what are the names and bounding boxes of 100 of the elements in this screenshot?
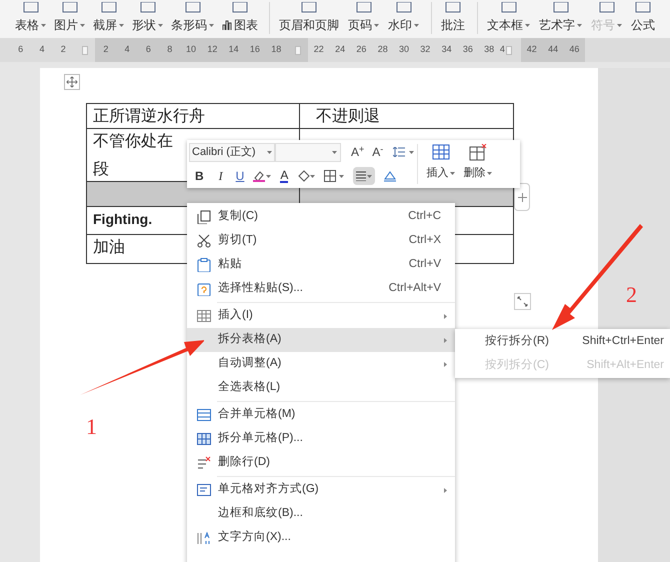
toolbar-button[interactable]: 页眉和页脚 bbox=[276, 2, 342, 34]
menu-item[interactable]: 复制(C) Ctrl+C bbox=[187, 205, 455, 229]
submenu-arrow-icon bbox=[444, 314, 447, 318]
ruler-number: 12 bbox=[207, 43, 218, 56]
ruler-number: 2 bbox=[60, 43, 66, 56]
clipboard-icon bbox=[197, 258, 211, 272]
ruler-number: 2 bbox=[103, 43, 108, 56]
ruler-number: 10 bbox=[186, 43, 196, 56]
caret-icon bbox=[525, 24, 530, 26]
submenu-item: 按列拆分(C) Shift+Alt+Enter bbox=[455, 354, 670, 378]
ruler-number: 4 bbox=[124, 43, 130, 56]
menu-item[interactable]: 单元格对齐方式(G) bbox=[187, 478, 455, 502]
ruler-number: 4 bbox=[500, 43, 505, 56]
ruler-number: 28 bbox=[378, 43, 388, 56]
cell-text: 段 bbox=[93, 158, 109, 180]
toolbar-button[interactable]: 形状 bbox=[129, 2, 166, 34]
ruler-number: 38 bbox=[484, 43, 494, 56]
menu-item[interactable]: 选择性粘贴(S)... Ctrl+Alt+V bbox=[187, 277, 455, 301]
split-cells-icon bbox=[197, 432, 211, 446]
toolbar-button[interactable]: 艺术字 bbox=[536, 2, 585, 34]
toolbar-button[interactable]: 条形码 bbox=[168, 2, 217, 34]
cell-text: 加油 bbox=[93, 236, 125, 258]
align-icon bbox=[356, 171, 372, 181]
ruler-marker[interactable] bbox=[295, 46, 301, 54]
toolbar-icon bbox=[394, 2, 414, 14]
ruler-number: 6 bbox=[18, 43, 24, 56]
bar-chart-icon bbox=[222, 19, 232, 31]
cell-text: 不进则退 bbox=[316, 105, 380, 127]
ruler-number: 4 bbox=[39, 43, 44, 56]
cell-text: Fighting. bbox=[93, 210, 152, 229]
caret-icon bbox=[41, 24, 46, 26]
menu-item[interactable]: 合并单元格(M) bbox=[187, 403, 455, 427]
toolbar-icon bbox=[230, 2, 250, 14]
shrink-font-button[interactable]: A$^{-}$ bbox=[372, 143, 384, 161]
caret-icon bbox=[450, 172, 456, 175]
scissors-icon bbox=[197, 234, 211, 248]
grow-font-button[interactable]: A$^{+}$ bbox=[351, 143, 364, 161]
toolbar-icon bbox=[182, 2, 202, 14]
shortcut-text: Shift+Alt+Enter bbox=[586, 358, 664, 374]
ruler-number: 18 bbox=[271, 43, 282, 56]
font-select[interactable]: Calibri (正文) bbox=[189, 142, 275, 162]
toolbar-icon bbox=[633, 2, 653, 14]
menu-item[interactable]: 边框和底纹(B)... bbox=[187, 502, 455, 526]
menu-item[interactable]: 删除行(D) bbox=[187, 451, 455, 475]
menu-item[interactable]: 插入(I) bbox=[187, 304, 455, 328]
ruler-number: 34 bbox=[442, 43, 452, 56]
eraser-icon bbox=[384, 170, 396, 182]
toolbar-button[interactable]: 水印 bbox=[385, 2, 422, 34]
table-grid-icon bbox=[197, 309, 211, 323]
move-handle-icon[interactable] bbox=[64, 74, 80, 90]
add-row-button[interactable] bbox=[514, 183, 530, 211]
caret-icon bbox=[374, 24, 379, 26]
toolbar-button[interactable]: 文本框 bbox=[484, 2, 533, 34]
menu-item[interactable]: 全选表格(L) bbox=[187, 376, 455, 400]
insert-table-button[interactable]: 插入 bbox=[426, 144, 456, 188]
toolbar-button[interactable]: 表格 bbox=[12, 2, 49, 34]
clipboard-question-icon bbox=[197, 282, 211, 296]
toolbar-button[interactable]: 图表 bbox=[219, 2, 261, 34]
menu-item[interactable]: 拆分单元格(P)... bbox=[187, 427, 455, 451]
ruler-number: 24 bbox=[335, 43, 346, 56]
ruler-number: 8 bbox=[167, 43, 172, 56]
italic-button[interactable]: I bbox=[218, 167, 223, 185]
ruler-number: 42 bbox=[526, 43, 537, 56]
menu-item[interactable]: 文字方向(X)... bbox=[187, 526, 455, 550]
menu-item[interactable]: 粘贴 Ctrl+V bbox=[187, 253, 455, 277]
caret-icon bbox=[267, 150, 272, 154]
toolbar-icon bbox=[498, 2, 518, 14]
plus-icon bbox=[518, 192, 526, 202]
caret-icon bbox=[80, 24, 85, 26]
toolbar-icon bbox=[98, 2, 118, 14]
ruler-marker[interactable] bbox=[82, 46, 88, 54]
cell-text: 不管你处在 bbox=[93, 130, 173, 152]
menu-item[interactable]: 剪切(T) Ctrl+X bbox=[187, 229, 455, 253]
toolbar-button[interactable]: 公式 bbox=[628, 2, 658, 34]
submenu-item[interactable]: 按行拆分(R) Shift+Ctrl+Enter bbox=[455, 330, 670, 354]
caret-icon bbox=[119, 24, 124, 26]
toolbar-button[interactable]: 批注 bbox=[438, 2, 468, 34]
shortcut-text: Ctrl+V bbox=[408, 257, 441, 272]
resize-handle-icon[interactable] bbox=[514, 293, 531, 310]
font-color-button[interactable]: A bbox=[280, 169, 288, 183]
ruler-marker[interactable] bbox=[506, 46, 512, 54]
toolbar-button[interactable]: 截屏 bbox=[90, 2, 127, 34]
delete-table-button[interactable]: 删除 bbox=[463, 144, 492, 188]
merge-cells-icon bbox=[197, 408, 211, 422]
toolbar-icon bbox=[550, 2, 570, 14]
delete-table-icon bbox=[468, 144, 488, 161]
caret-icon bbox=[409, 150, 414, 154]
menu-item[interactable]: 自动调整(A) bbox=[187, 352, 455, 376]
ruler-number: 44 bbox=[548, 43, 558, 56]
align-button[interactable] bbox=[353, 167, 376, 185]
underline-button[interactable]: U bbox=[236, 167, 244, 185]
caret-icon bbox=[487, 172, 492, 175]
toolbar-button[interactable]: 页码 bbox=[345, 2, 382, 34]
cell-align-icon bbox=[197, 483, 211, 497]
ruler-number: 14 bbox=[228, 43, 239, 56]
ruler-number: 16 bbox=[250, 43, 260, 56]
toolbar-button[interactable]: 图片 bbox=[51, 2, 88, 34]
menu-item[interactable]: 拆分表格(A) bbox=[187, 328, 455, 352]
bold-button[interactable]: B bbox=[195, 167, 204, 185]
borders-icon bbox=[324, 170, 344, 182]
